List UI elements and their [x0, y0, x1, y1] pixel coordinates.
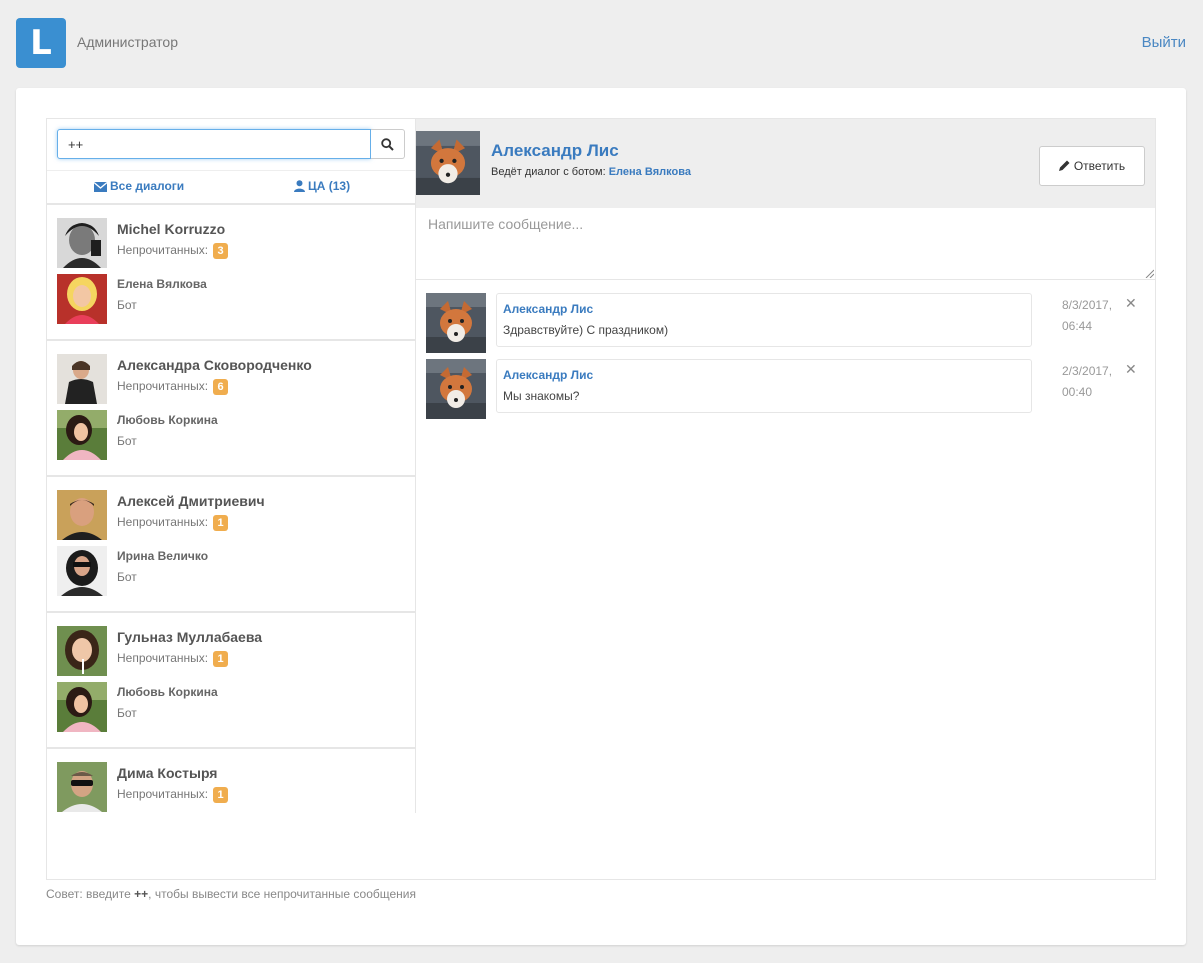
message-avatar: [426, 293, 486, 353]
bot-role: Бот: [117, 298, 137, 312]
main-card: Все диалоги ЦА (13): [16, 88, 1186, 945]
delete-message-icon[interactable]: ✕: [1125, 295, 1137, 311]
chat-bot-info: Ведёт диалог с ботом: Елена Вялкова: [491, 166, 691, 178]
chat-header: Александр Лис Ведёт диалог с ботом: Елен…: [416, 119, 1155, 208]
dialog-item[interactable]: Дима Костыря Непрочитанных: 1: [47, 747, 415, 813]
bot-avatar: [57, 682, 107, 732]
message-datetime: 8/3/2017, 06:44: [1062, 295, 1112, 337]
chat-bot-link[interactable]: Елена Вялкова: [609, 166, 691, 178]
filter-ca-label: ЦА (13): [308, 179, 351, 193]
chat-user-name[interactable]: Александр Лис: [491, 141, 619, 161]
message-text: Здравствуйте) С праздником): [503, 323, 669, 337]
search-icon: [381, 138, 394, 151]
unread-badge: 1: [213, 515, 228, 531]
user-avatar: [57, 490, 107, 540]
user-name: Michel Korruzzo: [117, 221, 226, 237]
message-datetime: 2/3/2017, 00:40: [1062, 361, 1112, 403]
message-text: Мы знакомы?: [503, 389, 580, 403]
search-button[interactable]: [371, 129, 405, 159]
message-date: 8/3/2017,: [1062, 298, 1113, 312]
bot-name: Ирина Величко: [117, 549, 209, 563]
bot-role: Бот: [117, 434, 137, 448]
unread-count: Непрочитанных: 6: [117, 379, 228, 395]
envelope-icon: [94, 182, 107, 192]
search-input[interactable]: [57, 129, 371, 159]
bot-name: Елена Вялкова: [117, 277, 207, 291]
message-time: 00:40: [1062, 385, 1093, 399]
reply-button-label: Ответить: [1073, 159, 1126, 173]
filter-all-dialogs[interactable]: Все диалоги: [94, 179, 184, 193]
chat-user-avatar: [416, 131, 480, 195]
app-logo[interactable]: L: [16, 18, 66, 68]
reply-button[interactable]: Ответить: [1039, 146, 1145, 186]
user-avatar: [57, 762, 107, 812]
user-icon: [294, 180, 305, 192]
filter-all-label: Все диалоги: [110, 179, 185, 193]
user-avatar: [57, 626, 107, 676]
bot-role: Бот: [117, 570, 137, 584]
message-input[interactable]: [416, 208, 1155, 280]
bot-avatar: [57, 274, 107, 324]
unread-badge: 3: [213, 243, 228, 259]
unread-badge: 1: [213, 651, 228, 667]
unread-count: Непрочитанных: 3: [117, 243, 228, 259]
messenger-frame: Все диалоги ЦА (13): [46, 118, 1156, 880]
bot-avatar: [57, 546, 107, 596]
top-bar: L Администратор Выйти: [0, 0, 1203, 88]
user-name: Александра Сковородченко: [117, 357, 312, 373]
message-bubble: Александр Лис Мы знакомы?: [496, 359, 1032, 413]
dialog-filters: Все диалоги ЦА (13): [47, 170, 415, 205]
search-hint: Совет: введите ++, чтобы вывести все неп…: [46, 887, 416, 901]
logout-link[interactable]: Выйти: [1142, 34, 1186, 51]
user-name: Дима Костыря: [117, 765, 218, 781]
dialog-item[interactable]: Гульназ Муллабаева Непрочитанных: 1 Любо…: [47, 611, 415, 749]
message-time: 06:44: [1062, 319, 1093, 333]
message-item: Александр Лис Мы знакомы? 2/3/2017, 00:4…: [426, 359, 1146, 419]
bot-name: Любовь Коркина: [117, 413, 218, 427]
message-item: Александр Лис Здравствуйте) С праздником…: [426, 293, 1146, 353]
bot-avatar: [57, 410, 107, 460]
dialog-item[interactable]: Michel Korruzzo Непрочитанных: 3 Елена В…: [47, 203, 415, 341]
bot-role: Бот: [117, 706, 137, 720]
user-avatar: [57, 354, 107, 404]
user-name: Гульназ Муллабаева: [117, 629, 263, 645]
unread-count: Непрочитанных: 1: [117, 515, 228, 531]
resize-grip-icon[interactable]: [1145, 269, 1154, 278]
delete-message-icon[interactable]: ✕: [1125, 361, 1137, 377]
current-user-name: Администратор: [77, 34, 179, 50]
message-author[interactable]: Александр Лис: [503, 302, 593, 316]
message-author[interactable]: Александр Лис: [503, 368, 593, 382]
filter-target-audience[interactable]: ЦА (13): [294, 179, 350, 193]
dialog-item[interactable]: Александра Сковородченко Непрочитанных: …: [47, 339, 415, 477]
unread-badge: 1: [213, 787, 228, 803]
bot-name: Любовь Коркина: [117, 685, 218, 699]
unread-count: Непрочитанных: 1: [117, 651, 228, 667]
hint-code: ++: [134, 887, 149, 901]
dialog-item[interactable]: Алексей Дмитриевич Непрочитанных: 1 Ирин…: [47, 475, 415, 613]
user-name: Алексей Дмитриевич: [117, 493, 265, 509]
pencil-icon: [1058, 160, 1070, 171]
message-bubble: Александр Лис Здравствуйте) С праздником…: [496, 293, 1032, 347]
message-date: 2/3/2017,: [1062, 364, 1113, 378]
unread-count: Непрочитанных: 1: [117, 787, 228, 803]
message-avatar: [426, 359, 486, 419]
search-bar: [57, 129, 405, 159]
dialogs-panel: Все диалоги ЦА (13): [47, 119, 416, 813]
chat-panel: Александр Лис Ведёт диалог с ботом: Елен…: [416, 119, 1155, 879]
unread-badge: 6: [213, 379, 228, 395]
user-avatar: [57, 218, 107, 268]
